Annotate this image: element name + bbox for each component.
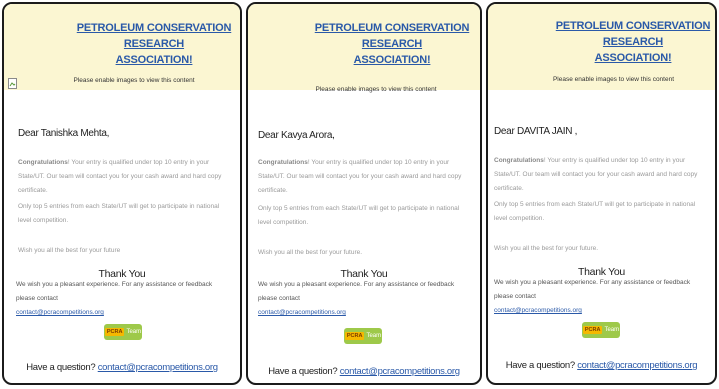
pleasant-text: We wish you a pleasant experience. For a…	[16, 278, 232, 320]
congrats-bold: Congratulations	[494, 157, 544, 164]
pleasant-text: We wish you a pleasant experience. For a…	[258, 278, 472, 320]
greeting: Dear Kavya Arora,	[258, 130, 335, 141]
pcra-logo-icon: PCRA	[344, 332, 365, 340]
wish-text: Wish you all the best for your future.	[258, 249, 363, 256]
pcra-logo-icon: PCRA	[582, 326, 603, 334]
org-title-link[interactable]: PETROLEUM CONSERVATION RESEARCH ASSOCIAT…	[312, 20, 472, 68]
org-title-line2: ASSOCIATION!	[594, 52, 672, 64]
contact-email-link[interactable]: contact@pcracompetitions.org	[258, 309, 346, 316]
pcra-team-button[interactable]: PCRA Team	[582, 322, 620, 338]
congrats-paragraph: Congratulations! Your entry is qualified…	[494, 154, 703, 196]
greeting: Dear DAVITA JAIN ,	[494, 126, 578, 137]
pcra-team-button[interactable]: PCRA Team	[104, 324, 142, 340]
email-header: PETROLEUM CONSERVATION RESEARCH ASSOCIAT…	[4, 4, 240, 90]
org-title-link[interactable]: PETROLEUM CONSERVATION RESEARCH ASSOCIAT…	[74, 20, 234, 68]
wish-text: Wish you all the best for your future	[18, 247, 121, 254]
email-body: Dear DAVITA JAIN , Congratulations! Your…	[488, 90, 715, 383]
congrats-paragraph: Congratulations! Your entry is qualified…	[18, 156, 228, 198]
org-title-link[interactable]: PETROLEUM CONSERVATION RESEARCH ASSOCIAT…	[553, 18, 713, 66]
org-title-line1: PETROLEUM CONSERVATION RESEARCH	[555, 20, 711, 48]
congrats-paragraph: Congratulations! Your entry is qualified…	[258, 156, 468, 198]
question-line: Have a question? contact@pcracompetition…	[488, 360, 715, 371]
team-label: Team	[366, 333, 382, 339]
congrats-bold: Congratulations	[258, 159, 308, 166]
question-email-link[interactable]: contact@pcracompetitions.org	[340, 366, 460, 377]
enable-images-notice: Please enable images to view this conten…	[552, 76, 675, 83]
top-entries-text: Only top 5 entries from each State/UT wi…	[18, 203, 220, 224]
email-panel-2: PETROLEUM CONSERVATION RESEARCH ASSOCIAT…	[246, 2, 482, 385]
pleasant-message: We wish you a pleasant experience. For a…	[494, 279, 691, 300]
question-text: Have a question?	[505, 360, 575, 371]
org-title-line2: ASSOCIATION!	[115, 54, 193, 66]
pleasant-message: We wish you a pleasant experience. For a…	[258, 281, 455, 302]
team-label: Team	[126, 329, 142, 335]
greeting: Dear Tanishka Mehta,	[18, 128, 110, 139]
email-header: PETROLEUM CONSERVATION RESEARCH ASSOCIAT…	[488, 4, 715, 90]
team-label: Team	[604, 327, 620, 333]
email-header: PETROLEUM CONSERVATION RESEARCH ASSOCIAT…	[248, 4, 480, 93]
question-text: Have a question?	[26, 362, 96, 373]
congrats-bold: Congratulations	[18, 159, 68, 166]
contact-email-link[interactable]: contact@pcracompetitions.org	[494, 307, 582, 314]
pcra-team-button[interactable]: PCRA Team	[344, 328, 382, 344]
broken-image-icon	[8, 78, 17, 89]
question-line: Have a question? contact@pcracompetition…	[4, 362, 240, 373]
question-line: Have a question? contact@pcracompetition…	[248, 366, 480, 377]
email-panel-1: PETROLEUM CONSERVATION RESEARCH ASSOCIAT…	[2, 2, 242, 385]
email-body: Dear Kavya Arora, Congratulations! Your …	[248, 90, 480, 383]
email-panel-3: PETROLEUM CONSERVATION RESEARCH ASSOCIAT…	[486, 2, 717, 385]
pcra-logo-icon: PCRA	[104, 328, 125, 336]
enable-images-notice: Please enable images to view this conten…	[73, 77, 195, 84]
org-title-line1: PETROLEUM CONSERVATION RESEARCH	[76, 22, 232, 50]
pleasant-text: We wish you a pleasant experience. For a…	[494, 276, 707, 318]
question-email-link[interactable]: contact@pcracompetitions.org	[577, 360, 697, 371]
top-entries-text: Only top 5 entries from each State/UT wi…	[258, 205, 460, 226]
org-title-line2: ASSOCIATION!	[353, 54, 431, 66]
org-title-line1: PETROLEUM CONSERVATION RESEARCH	[314, 22, 470, 50]
question-text: Have a question?	[268, 366, 338, 377]
pleasant-message: We wish you a pleasant experience. For a…	[16, 281, 213, 302]
email-body: Dear Tanishka Mehta, Congratulations! Yo…	[4, 90, 240, 383]
wish-text: Wish you all the best for your future.	[494, 245, 599, 252]
contact-email-link[interactable]: contact@pcracompetitions.org	[16, 309, 104, 316]
question-email-link[interactable]: contact@pcracompetitions.org	[98, 362, 218, 373]
top-entries-text: Only top 5 entries from each State/UT wi…	[494, 201, 696, 222]
